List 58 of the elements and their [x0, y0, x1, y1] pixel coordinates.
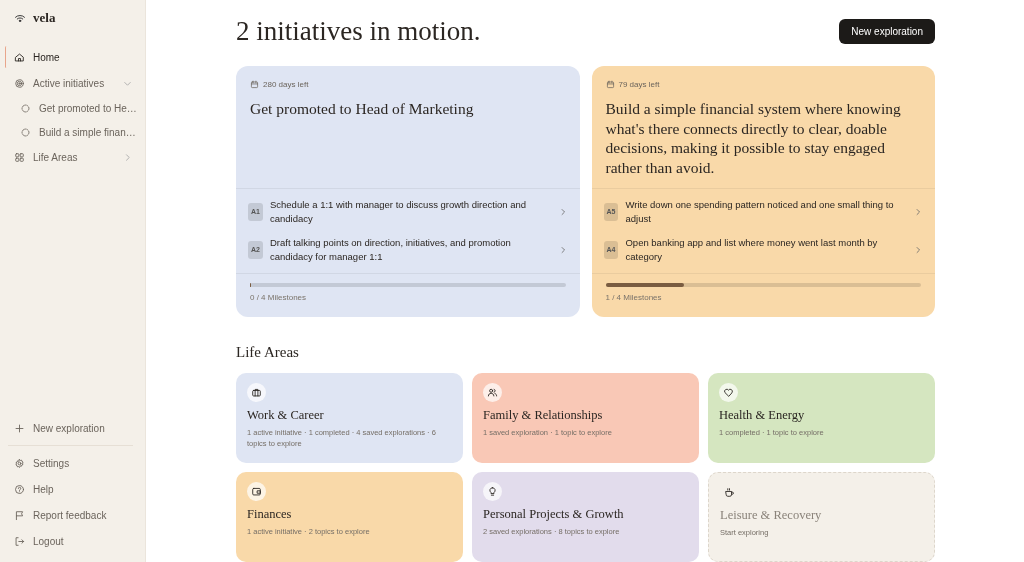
- grid-icon: [14, 151, 25, 163]
- logout-icon: [14, 535, 25, 547]
- nav-label: Get promoted to He…: [39, 102, 137, 114]
- wifi-icon: [14, 13, 26, 23]
- action-text: Schedule a 1:1 with manager to discuss growth direction and candidacy: [269, 198, 528, 226]
- cup-icon: [724, 487, 735, 498]
- people-icon: [487, 387, 498, 398]
- help-icon: [14, 483, 25, 495]
- new-exploration-link[interactable]: New exploration: [8, 415, 139, 441]
- dashed-circle-icon: [20, 126, 31, 138]
- settings-icon: [14, 457, 25, 469]
- wallet-icon: [251, 486, 262, 497]
- bulb-icon: [487, 486, 498, 497]
- footer-link[interactable]: Help: [8, 476, 139, 502]
- nav-item[interactable]: Active initiatives: [8, 70, 139, 96]
- action-text: Open banking app and list where money went last month by category: [625, 236, 879, 264]
- calendar-icon: [250, 80, 259, 89]
- action-text: Write down one spending pattern noticed and one small thing to adjust: [625, 198, 895, 226]
- nav-label: Life Areas: [33, 151, 79, 163]
- nav-item[interactable]: Home: [8, 44, 139, 70]
- action-text: Draft talking points on direction, initiatives, and promotion candidacy for manager 1:1: [269, 236, 512, 264]
- initiative-title: Build a simple financial system where knowing what's there connects directly to clear, doable decisions, making it possible to stay engaged rather than avoid.: [605, 99, 902, 177]
- heart-icon: [723, 387, 734, 398]
- target-icon: [14, 77, 25, 89]
- area-name: Finances: [247, 507, 293, 522]
- nav-item[interactable]: Life Areas: [8, 144, 139, 170]
- milestones-count: 0 / 4 Milestones: [250, 293, 308, 302]
- days-left: 280 days left: [263, 80, 309, 89]
- days-left: 79 days left: [618, 80, 660, 89]
- chevron-right-icon: [913, 245, 923, 255]
- initiative-title: Get promoted to Head of Marketing: [250, 99, 475, 119]
- area-name: Health & Energy: [719, 408, 806, 423]
- page-heading: 2 initiatives in motion.: [236, 15, 481, 47]
- footer-link[interactable]: Report feedback: [8, 502, 139, 528]
- flag-icon: [14, 509, 25, 521]
- brand-name: vela: [33, 10, 56, 26]
- area-name: Family & Relationships: [483, 408, 604, 423]
- nav-subitem[interactable]: Get promoted to He…: [8, 96, 139, 120]
- dashed-circle-icon: [20, 102, 31, 114]
- footer-link[interactable]: Logout: [8, 528, 139, 554]
- section-heading: Life Areas: [236, 344, 300, 361]
- new-exploration-button[interactable]: New exploration: [839, 18, 935, 44]
- initiative-card[interactable]: [591, 66, 935, 317]
- briefcase-icon: [251, 387, 262, 398]
- area-name: Work & Career: [247, 408, 325, 423]
- area-name: Leisure & Recovery: [720, 508, 823, 523]
- initiative-card[interactable]: [236, 66, 580, 317]
- nav-label: Home: [33, 51, 61, 63]
- nav-label: Active initiatives: [33, 77, 106, 89]
- milestones-count: 1 / 4 Milestones: [605, 293, 663, 302]
- footer-link[interactable]: Settings: [8, 450, 139, 476]
- home-icon: [14, 51, 25, 63]
- plus-icon: [14, 422, 25, 434]
- chevron-right-icon: [913, 207, 923, 217]
- nav-label: Build a simple finan…: [39, 126, 136, 138]
- nav-subitem[interactable]: Build a simple finan…: [8, 120, 139, 144]
- calendar-icon: [605, 80, 615, 89]
- area-name: Personal Projects & Growth: [483, 507, 625, 522]
